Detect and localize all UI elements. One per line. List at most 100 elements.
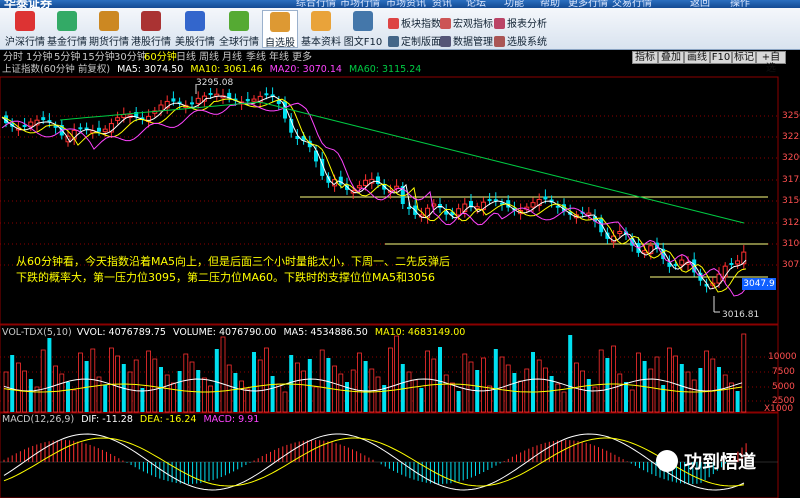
- volume-bar-down: [419, 388, 424, 412]
- volume-bar-up: [617, 373, 623, 413]
- candle-body-down: [487, 199, 492, 202]
- volume-bar-down: [531, 352, 535, 412]
- volume-bar-up: [667, 347, 672, 413]
- watermark: 功到悟道: [656, 448, 756, 474]
- volume-bar-up: [561, 391, 567, 413]
- price-axis-label-5: 3125: [782, 218, 800, 228]
- candle-body-up: [102, 128, 108, 133]
- candle-body-down: [407, 207, 411, 210]
- volume-bar-down: [456, 391, 461, 412]
- current-price-box: 3047.9: [742, 278, 776, 290]
- volume-bar-down: [103, 385, 108, 412]
- vvol-value: VVOL: 4076789.75: [76, 327, 166, 338]
- volume-bar-up: [71, 389, 77, 413]
- volume-bar-up: [201, 377, 207, 413]
- volume-bar-up: [524, 368, 530, 413]
- volume-bar-down: [28, 379, 33, 412]
- candle-body-down: [438, 204, 442, 208]
- volume-bar-up: [387, 347, 393, 413]
- volume-bar-up: [164, 374, 170, 413]
- volume-bar-up: [468, 361, 474, 413]
- volume-bar-down: [214, 349, 219, 412]
- volume-bar-up: [741, 333, 747, 413]
- volume-bar-down: [363, 361, 368, 412]
- volume-bar-down: [159, 367, 163, 412]
- volume-bar-up: [499, 356, 505, 413]
- low-price-label: 3016.81: [722, 310, 760, 320]
- volume-bar-down: [624, 382, 628, 412]
- volume-bar-up: [431, 358, 437, 413]
- volume-bar-up: [338, 373, 344, 413]
- volume-bar-up: [654, 356, 660, 413]
- volume-bar-up: [598, 349, 604, 413]
- price-axis-label-3: 3175: [782, 175, 800, 185]
- volume-bar-up: [109, 347, 114, 413]
- candle-body-up: [195, 97, 201, 104]
- volume-bar-down: [66, 382, 70, 412]
- volume-axis-label-1: 7500: [772, 367, 795, 377]
- volume-bar-up: [170, 382, 176, 413]
- volume-bar-up: [580, 370, 585, 413]
- volume-bar-up: [189, 361, 195, 413]
- volume-bar-up: [704, 350, 709, 413]
- volume-bar-up: [313, 386, 319, 413]
- volume-bar-down: [233, 373, 238, 412]
- candle-body-up: [28, 121, 34, 127]
- volume-bar-up: [636, 352, 641, 413]
- volume-bar-up: [462, 353, 468, 413]
- volume-bar-down: [493, 349, 498, 412]
- candle-body-down: [729, 263, 734, 266]
- volume-ma10-value: MA10: 4683149.00: [374, 327, 466, 338]
- volume-bar-up: [301, 370, 307, 413]
- volume-unit-label: X1000: [764, 404, 794, 414]
- volume-bar-up: [294, 362, 300, 413]
- volume-bar-up: [412, 379, 418, 413]
- price-axis-label-0: 3250: [782, 111, 800, 121]
- volume-bar-up: [691, 379, 697, 413]
- volume-bar-up: [406, 371, 412, 413]
- volume-bar-up: [443, 374, 449, 413]
- volume-bar-up: [220, 336, 226, 413]
- candle-body-down: [338, 176, 343, 185]
- volume-bar-up: [710, 358, 716, 413]
- volume-bar-down: [568, 335, 573, 412]
- price-axis-label-1: 3225: [782, 132, 800, 142]
- volume-bar-down: [438, 347, 442, 412]
- candle-body-down: [97, 127, 101, 132]
- volume-bar-up: [505, 364, 511, 413]
- dea-value: DEA: -16.24: [139, 414, 197, 425]
- volume-bar-up: [133, 359, 139, 413]
- dif-value: DIF: -11.28: [81, 414, 133, 425]
- volume-ma5-value: MA5: 4534886.50: [283, 327, 368, 338]
- volume-bar-up: [319, 349, 325, 413]
- candle-body-up: [115, 117, 121, 121]
- volume-bar-up: [449, 382, 455, 413]
- volume-bar-up: [282, 391, 288, 413]
- price-axis-label-4: 3150: [782, 196, 800, 206]
- volume-bar-up: [15, 362, 21, 413]
- candle-body-up: [679, 259, 685, 266]
- volume-bar-up: [722, 374, 728, 413]
- volume-title: VOL-TDX(5,10): [2, 327, 72, 338]
- volume-bar-up: [480, 357, 486, 413]
- price-axis-label-7: 3075: [782, 260, 800, 270]
- volume-bar-up: [78, 352, 83, 413]
- candle-body-up: [735, 260, 741, 265]
- watermark-text: 功到悟道: [684, 452, 756, 473]
- candle-body-down: [22, 124, 27, 127]
- volume-bar-up: [394, 335, 400, 413]
- candle-body-up: [530, 202, 536, 208]
- volume-bar-up: [611, 345, 616, 413]
- ma60-line: [59, 101, 745, 224]
- volume-bar-up: [53, 365, 58, 413]
- volume-bar-up: [245, 388, 251, 413]
- volume-bar-up: [648, 368, 654, 413]
- volume-bar-down: [326, 358, 331, 412]
- volume-bar-up: [276, 383, 282, 413]
- volume-info-line: VOL-TDX(5,10) VVOL: 4076789.75 VOLUME: 4…: [2, 327, 465, 338]
- volume-bar-up: [536, 359, 542, 413]
- candle-body-down: [208, 93, 213, 96]
- candle-body-up: [158, 104, 164, 112]
- volume-bar-up: [3, 371, 9, 413]
- volume-bar-up: [40, 349, 46, 413]
